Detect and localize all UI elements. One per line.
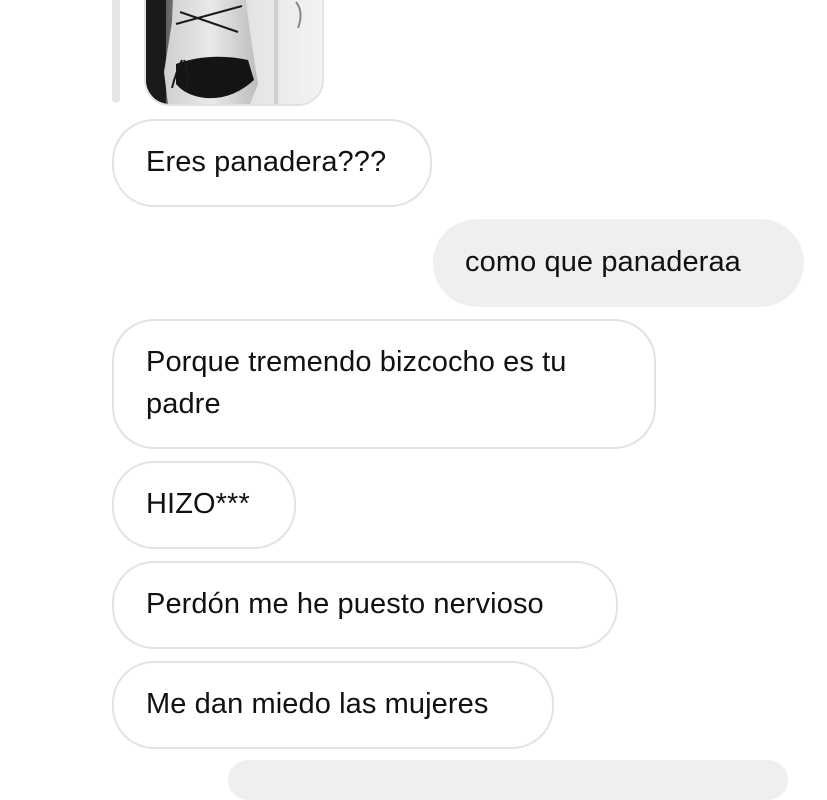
sent-message-partial[interactable] [228,760,788,800]
message-text: como que panaderaa [465,246,741,278]
message-text: Me dan miedo las mujeres [146,688,489,720]
sent-message[interactable]: como que panaderaa [433,219,804,307]
received-message[interactable]: Me dan miedo las mujeres [112,661,554,749]
received-message[interactable]: HIZO*** [112,461,296,549]
photo-image [146,0,322,104]
received-message[interactable]: Porque tremendo bizcocho es tu padre [112,319,656,449]
message-text: Eres panadera??? [146,146,387,178]
message-text: Porque tremendo bizcocho es tu padre [146,346,567,420]
received-message[interactable]: Eres panadera??? [112,119,432,207]
received-message[interactable]: Perdón me he puesto nervioso [112,561,618,649]
message-text: Perdón me he puesto nervioso [146,588,544,620]
reply-quote-bar [112,0,120,103]
shared-photo[interactable] [144,0,324,106]
message-text: HIZO*** [146,488,250,520]
